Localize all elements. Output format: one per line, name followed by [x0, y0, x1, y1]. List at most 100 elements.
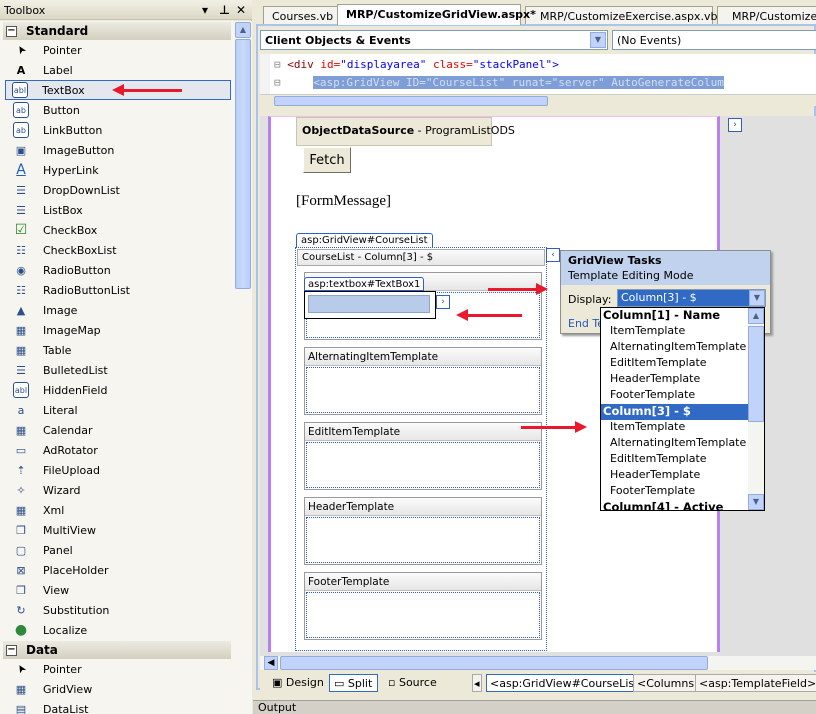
dropdown-scrollbar[interactable]: ▲ ▼	[748, 308, 764, 510]
textbox-input[interactable]	[308, 295, 430, 313]
scroll-thumb[interactable]	[280, 656, 708, 670]
dropdown-option[interactable]: FooterTemplate	[601, 484, 748, 500]
template-body[interactable]	[306, 442, 540, 488]
toolbox-item-radiobuttonlist[interactable]: ☷ RadioButtonList	[3, 280, 231, 300]
design-view-button[interactable]: ▣ Design	[268, 674, 328, 692]
fetch-button[interactable]: Fetch	[303, 147, 351, 173]
textbox-smarttag-icon[interactable]: ›	[436, 295, 450, 309]
dropdown-option[interactable]: AlternatingItemTemplate	[601, 436, 748, 452]
crumb-back-icon[interactable]: ◂	[472, 674, 482, 692]
crumb-gridview[interactable]: <asp:GridView#CourseList>	[486, 674, 652, 692]
toolbox-item-button[interactable]: ab Button	[3, 100, 231, 120]
toolbox-item-table[interactable]: ▦ Table	[3, 340, 231, 360]
gridview-smarttag-icon[interactable]: ‹	[546, 248, 560, 262]
dropdown-option[interactable]: FooterTemplate	[601, 388, 748, 404]
crumb-templatefield[interactable]: <asp:TemplateField>	[695, 674, 816, 692]
toolbox-item-imagemap[interactable]: ▦ ImageMap	[3, 320, 231, 340]
toolbox-item-hiddenfield[interactable]: abl HiddenField	[3, 380, 231, 400]
toolbox-item-gridview[interactable]: ▦ GridView	[3, 679, 231, 699]
dropdown-option[interactable]: ItemTemplate	[601, 324, 748, 340]
tab-customizeex[interactable]: MRP/CustomizeEx	[717, 6, 816, 24]
scroll-thumb[interactable]	[235, 39, 251, 289]
scroll-up-icon[interactable]: ▲	[235, 22, 251, 38]
dropdown-option[interactable]: EditItemTemplate	[601, 452, 748, 468]
toolbox-item-multiview[interactable]: ❐ MultiView	[3, 520, 231, 540]
dropdown-option-group[interactable]: Column[3] - $	[601, 404, 748, 420]
toolbox-item-calendar[interactable]: ▦ Calendar	[3, 420, 231, 440]
dropdown-option-group[interactable]: Column[1] - Name	[601, 308, 748, 324]
toolbox-item-panel[interactable]: ▢ Panel	[3, 540, 231, 560]
gridview-tag[interactable]: asp:GridView#CourseList	[296, 233, 433, 247]
toolbox-item-localize[interactable]: ● Localize	[3, 620, 231, 640]
expand-icon[interactable]: ›	[728, 118, 742, 132]
scroll-up-icon[interactable]: ▲	[748, 308, 764, 324]
end-template-editing-link[interactable]: End Te	[568, 317, 604, 330]
design-scrollbar[interactable]: ◀	[260, 656, 816, 670]
toolbox-item-datalist[interactable]: ▤ DataList	[3, 699, 231, 714]
dropdown-option[interactable]: HeaderTemplate	[601, 468, 748, 484]
objects-combo[interactable]: Client Objects & Events ▼	[260, 30, 608, 50]
toolbox-item-dropdownlist[interactable]: ☰ DropDownList	[3, 180, 231, 200]
toolbox-item-radiobutton[interactable]: ◉ RadioButton	[3, 260, 231, 280]
toolbox-item-linkbutton[interactable]: ab LinkButton	[3, 120, 231, 140]
collapse-icon[interactable]: −	[6, 644, 17, 656]
source-code-pane[interactable]: ⊟ <div id="displayarea" class="stackPane…	[260, 54, 816, 94]
split-view-button[interactable]: ▭ Split	[329, 674, 378, 692]
toolbox-item-xml[interactable]: ▦ Xml	[3, 500, 231, 520]
template-body[interactable]	[306, 367, 540, 413]
toolbox-item-checkboxlist[interactable]: ☷ CheckBoxList	[3, 240, 231, 260]
template-body[interactable]	[306, 592, 540, 638]
textbox1-control[interactable]	[304, 291, 436, 319]
toolbox-item-wizard[interactable]: ✧ Wizard	[3, 480, 231, 500]
scroll-left-icon[interactable]: ◀	[264, 656, 278, 670]
collapse-icon[interactable]: ⊟	[274, 76, 281, 89]
objectdatasource-control[interactable]: ObjectDataSource - ProgramListODS	[296, 117, 515, 146]
toolbox-item-substitution[interactable]: ↻ Substitution	[3, 600, 231, 620]
dropdown-option[interactable]: ItemTemplate	[601, 420, 748, 436]
toolbox-scrollbar[interactable]: ▲	[234, 21, 252, 714]
chevron-down-icon[interactable]: ▼	[590, 32, 606, 48]
category-data[interactable]: − Data	[3, 641, 231, 659]
code-scrollbar[interactable]	[260, 94, 816, 106]
header-template[interactable]: HeaderTemplate	[304, 497, 542, 565]
dropdown-option[interactable]: AlternatingItemTemplate	[601, 340, 748, 356]
edit-item-template[interactable]: EditItemTemplate	[304, 422, 542, 490]
collapse-icon[interactable]: −	[6, 25, 17, 37]
collapse-icon[interactable]: ⊟	[274, 58, 281, 71]
template-body[interactable]	[306, 517, 540, 563]
output-panel-tab[interactable]: Output	[253, 700, 816, 714]
toolbox-item-pointer[interactable]: ➤ Pointer	[3, 40, 231, 60]
dropdown-option[interactable]: HeaderTemplate	[601, 372, 748, 388]
toolbox-item-label[interactable]: A Label	[3, 60, 231, 80]
category-standard[interactable]: − Standard	[3, 22, 231, 40]
toolbox-item-placeholder[interactable]: ⊠ PlaceHolder	[3, 560, 231, 580]
toolbox-item-view[interactable]: ❐ View	[3, 580, 231, 600]
scroll-thumb[interactable]	[748, 326, 764, 422]
toolbox-item-checkbox[interactable]: ☑ CheckBox	[3, 220, 231, 240]
scroll-thumb[interactable]	[274, 96, 548, 106]
scroll-down-icon[interactable]: ▼	[748, 494, 764, 510]
toolbox-item-fileupload[interactable]: ⇡ FileUpload	[3, 460, 231, 480]
textbox-tag[interactable]: asp:textbox#TextBox1	[304, 277, 425, 291]
alternating-item-template[interactable]: AlternatingItemTemplate	[304, 347, 542, 415]
display-select[interactable]: Column[3] - $ ▼	[617, 289, 766, 307]
toolbox-item-adrotator[interactable]: ▭ AdRotator	[3, 440, 231, 460]
toolbox-item-pointer[interactable]: ➤ Pointer	[3, 659, 231, 679]
toolbox-item-hyperlink[interactable]: A HyperLink	[3, 160, 231, 180]
source-view-button[interactable]: ▫ Source	[384, 674, 441, 692]
dropdown-option-group[interactable]: Column[4] - Active	[601, 500, 748, 510]
events-combo[interactable]: (No Events)	[612, 30, 816, 50]
chevron-down-icon[interactable]: ▼	[749, 290, 765, 306]
pin-icon[interactable]: ⊥	[219, 3, 230, 17]
tab-customizegridview[interactable]: MRP/CustomizeGridView.aspx*	[337, 4, 536, 25]
close-icon[interactable]: ✕	[236, 3, 246, 17]
tab-courses-vb[interactable]: Courses.vb	[263, 6, 339, 24]
dropdown-option[interactable]: EditItemTemplate	[601, 356, 748, 372]
dropdown-icon[interactable]: ▾	[202, 3, 208, 17]
toolbox-item-image[interactable]: ▲ Image	[3, 300, 231, 320]
display-dropdown-list[interactable]: Column[1] - Name ItemTemplate AlternatingI…	[600, 307, 765, 511]
toolbox-item-listbox[interactable]: ☰ ListBox	[3, 200, 231, 220]
toolbox-item-bulletedlist[interactable]: ☰ BulletedList	[3, 360, 231, 380]
tab-customizeexercise[interactable]: MRP/CustomizeExercise.aspx.vb	[525, 6, 717, 24]
gridview-control[interactable]: CourseList - Column[3] - $ ItemTemplate …	[295, 247, 560, 651]
